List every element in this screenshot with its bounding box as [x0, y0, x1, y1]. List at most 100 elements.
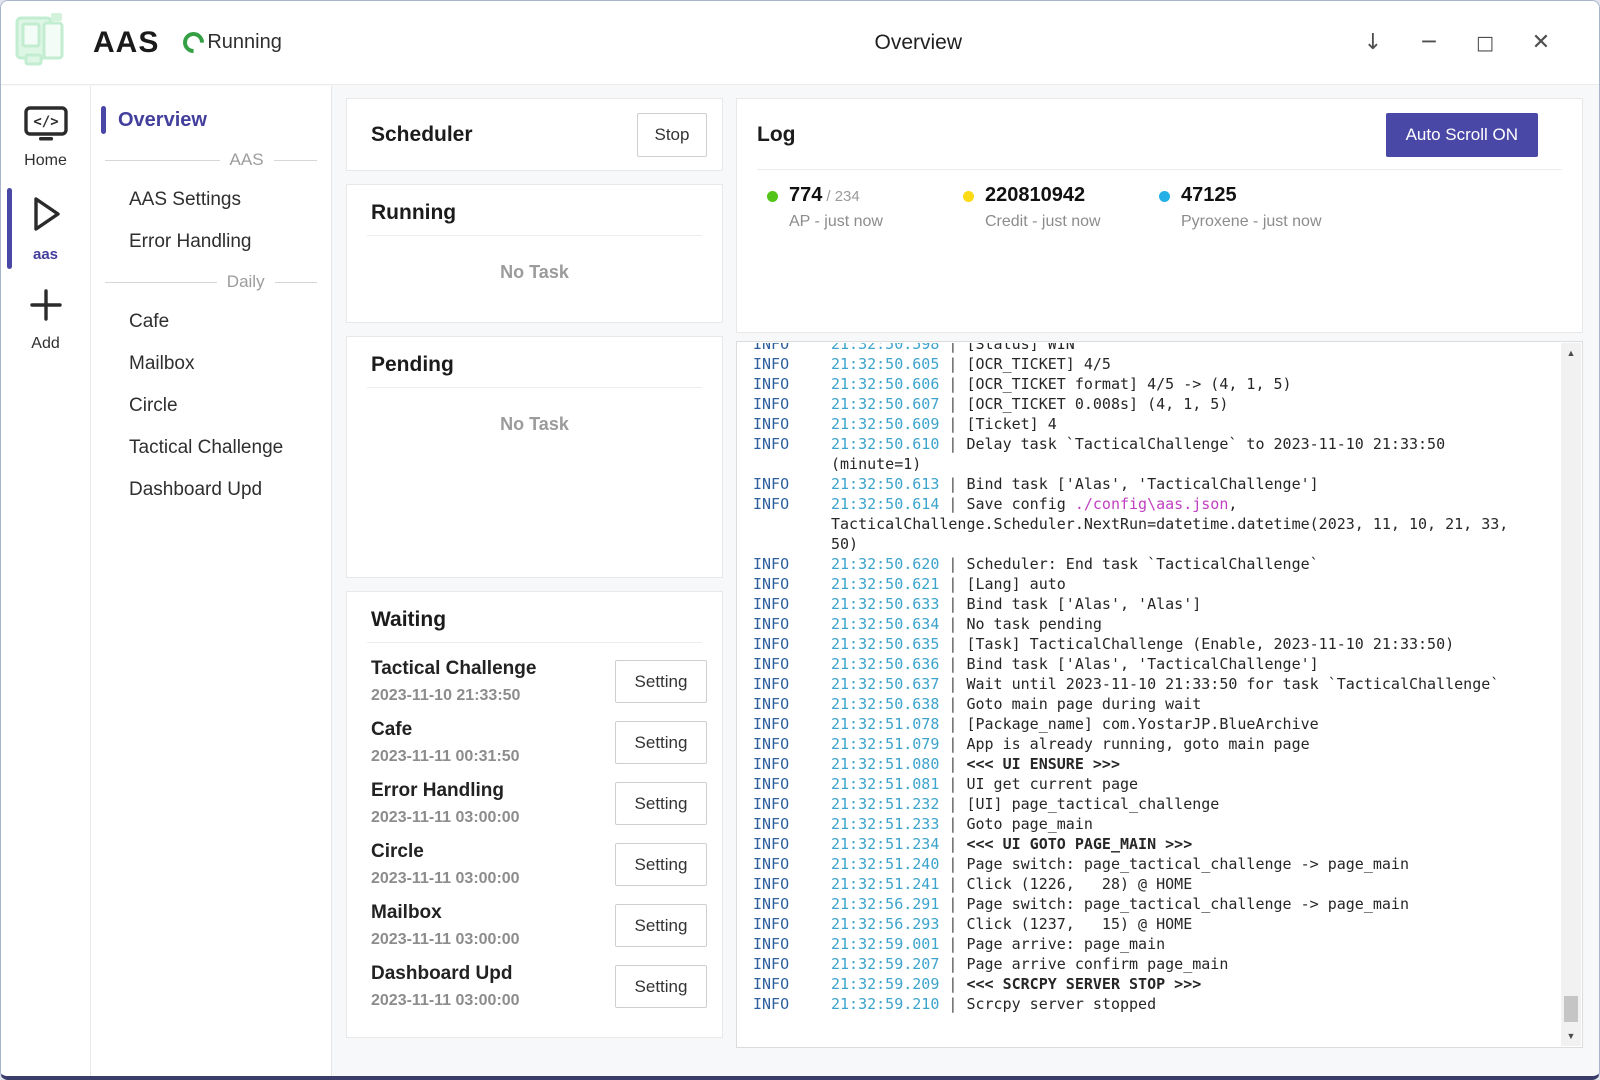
scheduler-stop-button[interactable]: Stop [637, 113, 707, 157]
log-output-panel: INFO21:32:50.598 | [Status] WININFO21:32… [736, 341, 1583, 1048]
log-message: <<< UI ENSURE >>> [966, 755, 1120, 773]
log-line: INFO21:32:50.607 | [OCR_TICKET 0.008s] (… [753, 394, 1512, 414]
log-message: [Status] WIN [966, 343, 1074, 353]
log-level: INFO [753, 974, 831, 994]
rail-item-home[interactable]: </> Home [1, 100, 90, 178]
log-level: INFO [753, 874, 831, 894]
scroll-down-icon[interactable]: ▼ [1561, 1026, 1581, 1046]
active-indicator [101, 106, 106, 134]
task-setting-button[interactable]: Setting [615, 904, 707, 947]
log-message: Bind task ['Alas', 'TacticalChallenge'] [966, 475, 1318, 493]
log-level: INFO [753, 954, 831, 974]
scroll-up-icon[interactable]: ▲ [1561, 343, 1581, 363]
sidebar-item-dashboard-upd[interactable]: Dashboard Upd [91, 469, 331, 511]
log-separator: | [939, 395, 966, 413]
task-info: Circle2023-11-11 03:00:00 [371, 841, 520, 888]
play-icon [25, 192, 67, 241]
sidebar-item-tactical-challenge[interactable]: Tactical Challenge [91, 427, 331, 469]
auto-scroll-toggle-button[interactable]: Auto Scroll ON [1386, 113, 1538, 157]
log-timestamp: 21:32:51.232 [831, 795, 939, 813]
stat-value: 47125 [1181, 184, 1237, 206]
log-line: INFO21:32:51.080 | <<< UI ENSURE >>> [753, 754, 1512, 774]
waiting-task-list: Tactical Challenge2023-11-10 21:33:50Set… [347, 643, 722, 1017]
log-level: INFO [753, 554, 831, 574]
log-level: INFO [753, 474, 831, 494]
log-timestamp: 21:32:50.635 [831, 635, 939, 653]
log-timestamp: 21:32:51.081 [831, 775, 939, 793]
log-timestamp: 21:32:56.291 [831, 895, 939, 913]
log-message: Bind task ['Alas', 'Alas'] [966, 595, 1201, 613]
maximize-button[interactable]: □ [1469, 24, 1501, 62]
log-line: INFO21:32:50.605 | [OCR_TICKET] 4/5 [753, 354, 1512, 374]
scrollbar-thumb[interactable] [1564, 996, 1578, 1022]
task-setting-button[interactable]: Setting [615, 965, 707, 1008]
hide-to-tray-button[interactable]: ↓ [1357, 24, 1389, 62]
log-message: Page switch: page_tactical_challenge -> … [966, 895, 1409, 913]
log-timestamp: 21:32:50.633 [831, 595, 939, 613]
log-separator: | [939, 795, 966, 813]
log-line: INFO21:32:59.207 | Page arrive confirm p… [753, 954, 1512, 974]
task-next-run: 2023-11-11 00:31:50 [371, 748, 520, 766]
stat-dot-icon [1159, 191, 1170, 202]
running-card-title: Running [371, 201, 456, 224]
log-scroll-area[interactable]: INFO21:32:50.598 | [Status] WININFO21:32… [737, 343, 1561, 1046]
log-level: INFO [753, 634, 831, 654]
close-button[interactable]: ✕ [1525, 24, 1557, 62]
task-setting-button[interactable]: Setting [615, 660, 707, 703]
log-separator: | [939, 635, 966, 653]
log-level: INFO [753, 434, 831, 454]
waiting-task-row: Error Handling2023-11-11 03:00:00Setting [371, 773, 707, 834]
log-separator: | [939, 343, 966, 353]
log-line: INFO21:32:51.240 | Page switch: page_tac… [753, 854, 1512, 874]
log-scrollbar[interactable]: ▲ ▼ [1561, 343, 1581, 1046]
running-spinner-icon [179, 28, 209, 58]
rail-item-aas[interactable]: aas [1, 186, 90, 271]
task-setting-button[interactable]: Setting [615, 721, 707, 764]
log-header-card: Log Auto Scroll ON 774/ 234AP - just now… [736, 98, 1583, 333]
log-level: INFO [753, 414, 831, 434]
sidebar-item-mailbox[interactable]: Mailbox [91, 343, 331, 385]
log-separator: | [939, 875, 966, 893]
task-name: Error Handling [371, 780, 520, 802]
log-card-title: Log [757, 123, 795, 147]
log-timestamp: 21:32:51.080 [831, 755, 939, 773]
log-timestamp: 21:32:59.209 [831, 975, 939, 993]
log-path-highlight: ./config\aas.json [1075, 495, 1229, 513]
log-separator: | [939, 435, 966, 453]
log-timestamp: 21:32:50.607 [831, 395, 939, 413]
rail-item-add[interactable]: Add [1, 279, 90, 361]
sidebar-item-circle[interactable]: Circle [91, 385, 331, 427]
task-next-run: 2023-11-11 03:00:00 [371, 870, 520, 888]
task-setting-button[interactable]: Setting [615, 843, 707, 886]
minimize-button[interactable]: ─ [1413, 24, 1445, 62]
monitor-code-icon: </> [23, 106, 69, 147]
log-separator: | [939, 495, 966, 513]
log-separator: | [939, 835, 966, 853]
log-timestamp: 21:32:50.610 [831, 435, 939, 453]
log-timestamp: 21:32:50.606 [831, 375, 939, 393]
log-timestamp: 21:32:50.598 [831, 343, 939, 353]
log-message: [Task] TacticalChallenge (Enable, 2023-1… [966, 635, 1454, 653]
log-message: Bind task ['Alas', 'TacticalChallenge'] [966, 655, 1318, 673]
sidebar-item-cafe[interactable]: Cafe [91, 301, 331, 343]
stat-label: AP - just now [789, 213, 883, 231]
rail-item-label: aas [33, 246, 58, 263]
log-timestamp: 21:32:56.293 [831, 915, 939, 933]
log-message: <<< SCRCPY SERVER STOP >>> [966, 975, 1201, 993]
log-line: INFO21:32:59.001 | Page arrive: page_mai… [753, 934, 1512, 954]
log-stat: 47125Pyroxene - just now [1159, 184, 1355, 231]
sidebar-item-overview[interactable]: Overview [91, 99, 331, 141]
sidebar-item-error-handling[interactable]: Error Handling [91, 221, 331, 263]
sidebar-item-aas-settings[interactable]: AAS Settings [91, 179, 331, 221]
log-message: [UI] page_tactical_challenge [966, 795, 1219, 813]
task-info: Cafe2023-11-11 00:31:50 [371, 719, 520, 766]
sidebar-item-label: Circle [129, 395, 178, 417]
log-level: INFO [753, 714, 831, 734]
task-setting-button[interactable]: Setting [615, 782, 707, 825]
log-timestamp: 21:32:51.078 [831, 715, 939, 733]
log-line: INFO21:32:50.614 | Save config ./config\… [753, 494, 1512, 554]
log-separator: | [939, 755, 966, 773]
log-line: INFO21:32:56.291 | Page switch: page_tac… [753, 894, 1512, 914]
log-separator: | [939, 735, 966, 753]
log-separator: | [939, 915, 966, 933]
